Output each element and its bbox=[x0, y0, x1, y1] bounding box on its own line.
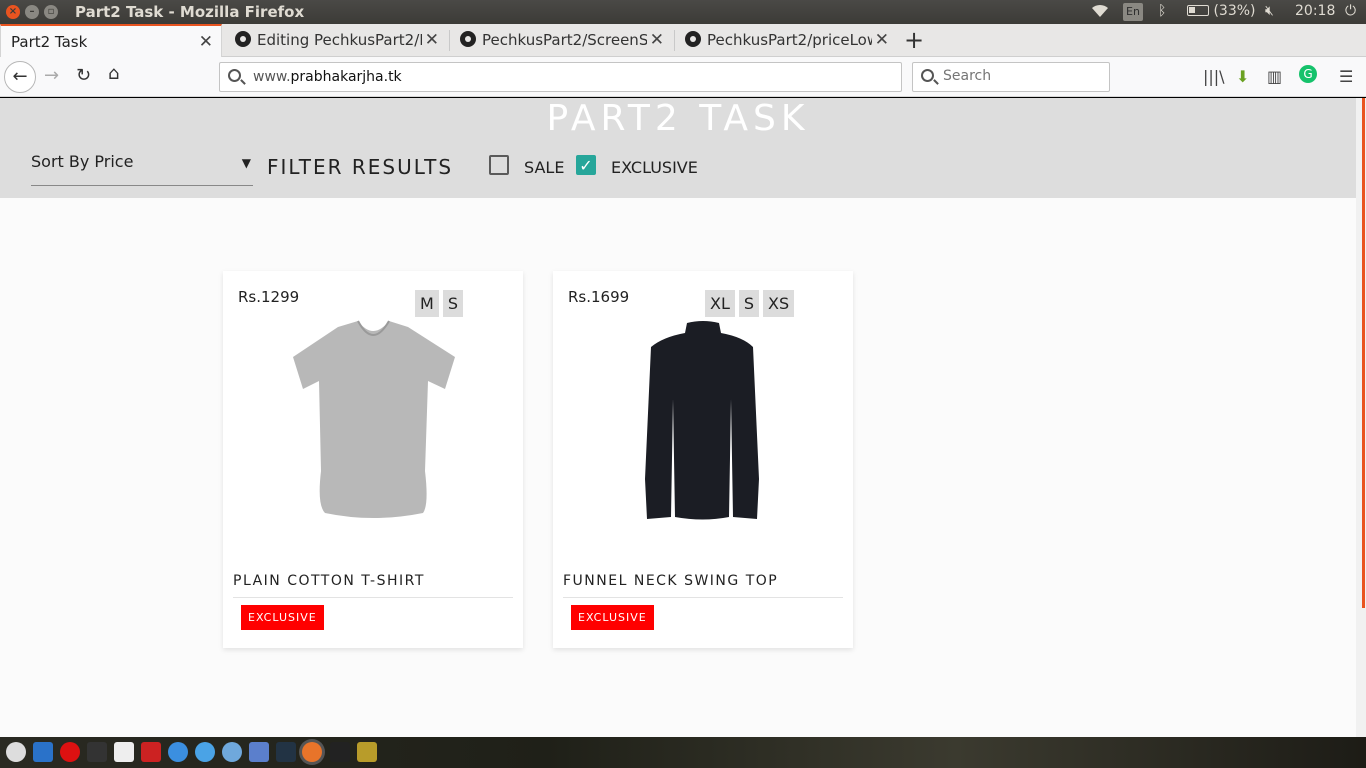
tab-pricelow[interactable]: PechkusPart2/priceLow ✕ bbox=[675, 24, 897, 57]
close-tab-icon[interactable]: ✕ bbox=[875, 30, 889, 50]
product-name: PLAIN COTTON T-SHIRT bbox=[233, 573, 513, 598]
close-tab-icon[interactable]: ✕ bbox=[199, 32, 213, 52]
battery-indicator[interactable]: (33%) bbox=[1187, 3, 1256, 19]
size-chip[interactable]: S bbox=[442, 290, 463, 317]
size-chip[interactable]: XS bbox=[763, 290, 795, 317]
terminal-2-icon[interactable] bbox=[330, 742, 350, 762]
page-scrollbar[interactable] bbox=[1356, 98, 1366, 737]
keyboard-language-indicator[interactable]: En bbox=[1123, 3, 1143, 21]
download-extension-icon[interactable]: ⬇ bbox=[1236, 67, 1249, 86]
terminal-icon[interactable] bbox=[87, 742, 107, 762]
size-chip[interactable]: M bbox=[415, 290, 439, 317]
firefox-icon[interactable] bbox=[302, 742, 322, 762]
product-price: Rs.1299 bbox=[238, 288, 300, 306]
files-icon[interactable] bbox=[33, 742, 53, 762]
back-button[interactable]: ← bbox=[4, 61, 36, 93]
filter-title: FILTER RESULTS bbox=[267, 155, 454, 179]
archive-icon[interactable] bbox=[357, 742, 377, 762]
window-title: Part2 Task - Mozilla Firefox bbox=[75, 3, 305, 21]
product-image[interactable] bbox=[223, 319, 523, 529]
window-maximize-button[interactable]: ▫ bbox=[44, 5, 58, 19]
url-bar[interactable]: www.prabhakarjha.tk bbox=[219, 62, 902, 92]
search-input[interactable] bbox=[943, 68, 1103, 84]
tab-label: PechkusPart2/ScreenSh bbox=[482, 31, 647, 49]
exclusive-label[interactable]: EXCLUSIVE bbox=[611, 158, 698, 177]
tab-label: Editing PechkusPart2/R bbox=[257, 31, 422, 49]
search-icon bbox=[228, 69, 241, 82]
size-list: XL S XS bbox=[705, 290, 795, 317]
os-top-bar: × – ▫ Part2 Task - Mozilla Firefox En ᛒ … bbox=[0, 0, 1366, 24]
tab-screenshot[interactable]: PechkusPart2/ScreenSh ✕ bbox=[450, 24, 672, 57]
close-tab-icon[interactable]: ✕ bbox=[425, 30, 439, 50]
tab-label: Part2 Task bbox=[11, 33, 88, 51]
sale-label[interactable]: SALE bbox=[524, 158, 564, 177]
product-image[interactable] bbox=[553, 319, 853, 529]
bluetooth-icon[interactable]: ᛒ bbox=[1158, 3, 1166, 19]
window-minimize-button[interactable]: – bbox=[25, 5, 39, 19]
url-domain: prabhakarjha.tk bbox=[290, 69, 402, 85]
tab-bar: Part2 Task ✕ Editing PechkusPart2/R ✕ Pe… bbox=[0, 24, 1366, 57]
tab-part2-task[interactable]: Part2 Task ✕ bbox=[0, 24, 222, 57]
web-page: PART2 TASK Sort By Price ▼ FILTER RESULT… bbox=[0, 98, 1356, 737]
dropdown-arrow-icon: ▼ bbox=[241, 156, 251, 170]
exclusive-badge: EXCLUSIVE bbox=[241, 605, 324, 630]
github-icon bbox=[235, 31, 251, 47]
taskbar bbox=[0, 737, 1366, 768]
sale-checkbox[interactable] bbox=[489, 155, 509, 175]
window-close-button[interactable]: × bbox=[6, 5, 20, 19]
sort-select-label: Sort By Price bbox=[31, 152, 134, 171]
page-title: PART2 TASK bbox=[546, 98, 810, 139]
home-button[interactable]: ⌂ bbox=[108, 63, 119, 84]
close-tab-icon[interactable]: ✕ bbox=[650, 30, 664, 50]
exclusive-checkbox[interactable]: ✓ bbox=[576, 155, 596, 175]
product-card[interactable]: Rs.1299 M S PLAIN COTTON T-SHIRT EXCLUSI… bbox=[223, 271, 523, 648]
settings-icon[interactable] bbox=[6, 742, 26, 762]
size-chip[interactable]: XL bbox=[705, 290, 735, 317]
opera-icon[interactable] bbox=[60, 742, 80, 762]
tab-label: PechkusPart2/priceLow bbox=[707, 31, 872, 49]
navigation-bar: ← → ↻ ⌂ www.prabhakarjha.tk |||\ ⬇ ▥ G ☰ bbox=[0, 57, 1366, 97]
text-editor-icon[interactable] bbox=[114, 742, 134, 762]
new-tab-button[interactable]: + bbox=[904, 26, 924, 54]
url-text[interactable]: www.prabhakarjha.tk bbox=[253, 69, 402, 85]
forward-button[interactable]: → bbox=[44, 65, 59, 86]
video-recorder-icon[interactable] bbox=[141, 742, 161, 762]
menu-icon[interactable]: ☰ bbox=[1339, 67, 1353, 86]
system-menu-icon[interactable]: ⏻ bbox=[1345, 3, 1356, 19]
github-icon bbox=[685, 31, 701, 47]
exclusive-badge: EXCLUSIVE bbox=[571, 605, 654, 630]
github-icon bbox=[460, 31, 476, 47]
product-card[interactable]: Rs.1699 XL S XS FUNNEL NECK SWING TOP EX… bbox=[553, 271, 853, 648]
monitor-icon[interactable] bbox=[276, 742, 296, 762]
tab-editing[interactable]: Editing PechkusPart2/R ✕ bbox=[225, 24, 447, 57]
sort-select[interactable]: Sort By Price ▼ bbox=[31, 152, 253, 186]
reload-button[interactable]: ↻ bbox=[76, 65, 91, 86]
volume-muted-icon[interactable]: 🔇︎ bbox=[1265, 3, 1274, 19]
page-header: PART2 TASK Sort By Price ▼ FILTER RESULT… bbox=[0, 98, 1356, 198]
battery-icon bbox=[1187, 5, 1209, 16]
browser-icon[interactable] bbox=[195, 742, 215, 762]
app-store-icon[interactable] bbox=[168, 742, 188, 762]
size-list: M S bbox=[415, 290, 463, 317]
product-price: Rs.1699 bbox=[568, 288, 630, 306]
library-icon[interactable]: |||\ bbox=[1203, 67, 1225, 86]
sidebar-icon[interactable]: ▥ bbox=[1267, 67, 1282, 86]
size-chip[interactable]: S bbox=[738, 290, 760, 317]
search-icon bbox=[921, 69, 934, 82]
grammarly-icon[interactable]: G bbox=[1299, 65, 1317, 83]
clock[interactable]: 20:18 bbox=[1295, 3, 1335, 19]
battery-percent: (33%) bbox=[1213, 3, 1256, 19]
product-name: FUNNEL NECK SWING TOP bbox=[563, 573, 843, 598]
system-settings-icon[interactable] bbox=[222, 742, 242, 762]
document-icon[interactable] bbox=[249, 742, 269, 762]
search-bar[interactable] bbox=[912, 62, 1110, 92]
url-host: www. bbox=[253, 69, 291, 85]
wifi-icon[interactable] bbox=[1090, 3, 1110, 23]
